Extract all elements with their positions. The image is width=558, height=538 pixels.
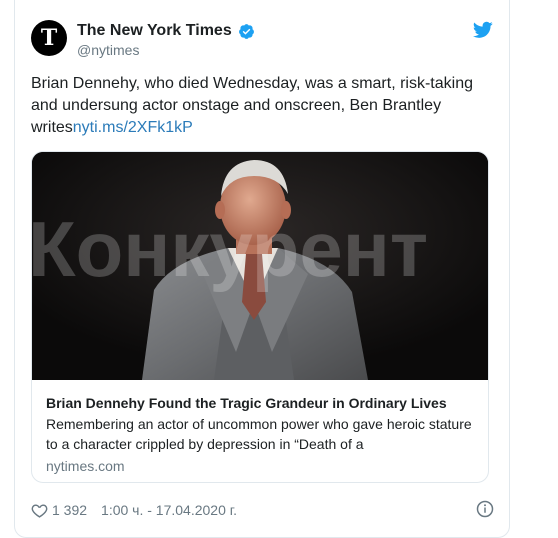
- timestamp[interactable]: 1:00 ч. - 17.04.2020 г.: [101, 502, 237, 518]
- verified-badge-icon: [238, 23, 254, 39]
- nyt-logo-icon: T: [40, 25, 58, 51]
- name-row: The New York Times: [77, 22, 255, 40]
- tweet-embed-card: T The New York Times @nytimes Brian Denn…: [14, 0, 510, 538]
- heart-icon[interactable]: [31, 502, 48, 519]
- twitter-bird-icon[interactable]: [473, 21, 493, 39]
- avatar[interactable]: T: [31, 20, 67, 56]
- tweet-footer: 1 392 1:00 ч. - 17.04.2020 г.: [31, 499, 494, 521]
- preview-text: Brian Dennehy Found the Tragic Grandeur …: [32, 380, 488, 482]
- tweet-link[interactable]: nyti.ms/2XFk1kP: [73, 119, 193, 136]
- preview-description: Remembering an actor of uncommon power w…: [46, 416, 472, 452]
- preview-title[interactable]: Brian Dennehy Found the Tragic Grandeur …: [46, 394, 476, 412]
- display-name[interactable]: The New York Times: [77, 22, 232, 40]
- article-photo: Конкурент: [32, 152, 488, 380]
- watermark-text: Конкурент: [32, 205, 428, 293]
- actor-photo-illustration: Конкурент: [32, 152, 488, 380]
- handle[interactable]: @nytimes: [77, 42, 139, 58]
- link-preview-card[interactable]: Конкурент Brian Dennehy Found the Tragic…: [31, 151, 489, 483]
- preview-domain: nytimes.com: [46, 458, 125, 474]
- like-count[interactable]: 1 392: [52, 502, 87, 518]
- tweet-header: T The New York Times @nytimes: [31, 19, 493, 59]
- info-icon[interactable]: [476, 500, 494, 518]
- tweet-text: Brian Dennehy, who died Wednesday, was a…: [31, 73, 493, 139]
